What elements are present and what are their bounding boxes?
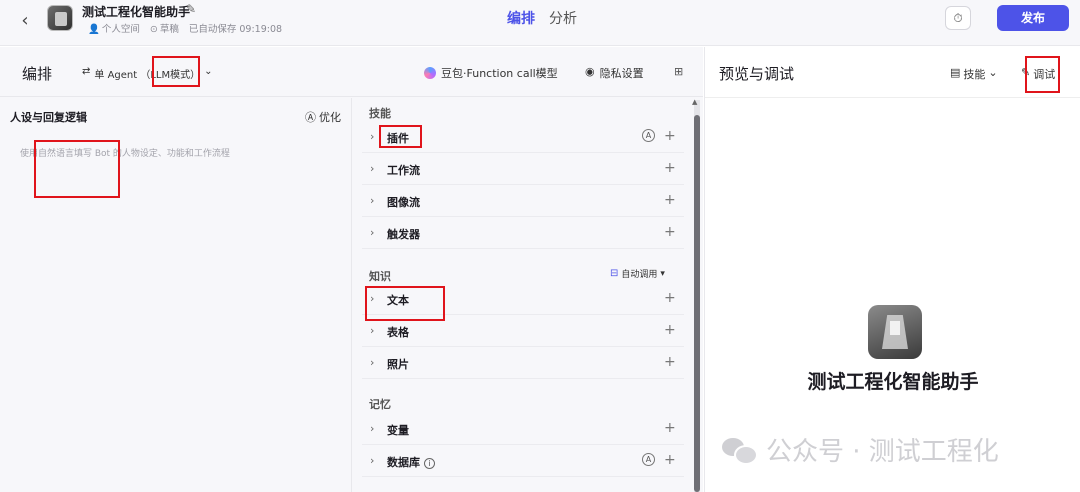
section-memory: 记忆 [369,398,391,411]
watermark: 公众号 · 测试工程化 [722,431,999,468]
model-logo-icon [424,67,436,79]
tab-arrange[interactable]: 编排 [507,8,535,28]
row-label: 触发器 [387,228,420,241]
watermark-text: 公众号 · 测试工程化 [766,437,999,467]
add-icon[interactable]: + [664,322,676,338]
highlight-box-plugin [379,125,422,148]
auto-icon[interactable]: A [642,129,655,142]
scrollbar-thumb[interactable] [694,115,700,492]
bot-name: 测试工程化智能助手 [82,5,191,19]
skill-row-trigger[interactable]: › 触发器 + [362,218,684,249]
row-label: 变量 [387,424,409,437]
agent-icon: ⇄ [82,66,91,77]
add-icon[interactable]: + [664,128,676,144]
layout-grid-icon[interactable]: ⊞ [674,65,683,78]
chevron-right-icon: › [370,422,375,435]
optimize-icon: Ⓐ [305,111,316,124]
skill-icon: ▤ [950,66,961,79]
auto-call-icon: ⊟ [610,268,619,279]
publish-button[interactable]: 发布 [997,5,1069,31]
add-icon[interactable]: + [664,160,676,176]
back-arrow-icon[interactable]: ‹ [14,10,36,32]
info-icon[interactable]: i [424,458,435,469]
add-icon[interactable]: + [664,224,676,240]
autosave-text: 已自动保存 09:19:08 [188,24,283,35]
memory-row-variable[interactable]: › 变量 + [362,414,684,445]
highlight-box-text [365,286,445,321]
arrange-toolbar: 编排 ⇄ 单 Agent （LLM模式） ⌄ 豆包·Function call模… [0,47,703,97]
preview-panel: 预览与调试 ▤ 技能 ⌄ ✎ 调试 测试工程化智能助手 [704,47,1080,492]
auto-icon[interactable]: A [642,453,655,466]
chevron-right-icon: › [370,162,375,175]
chevron-right-icon: › [370,194,375,207]
bot-avatar-large [868,305,922,359]
skill-dropdown-label: 技能 [963,68,986,81]
bot-avatar-small [47,5,73,31]
skill-dropdown[interactable]: ▤ 技能 ⌄ [950,66,998,82]
auto-call-dropdown[interactable]: ⊟ 自动调用 ▾ [610,267,665,280]
skill-row-workflow[interactable]: › 工作流 + [362,154,684,185]
tab-analysis[interactable]: 分析 [549,8,577,28]
row-label: 数据库 i [387,454,435,470]
section-knowledge: 知识 [369,270,391,283]
row-label: 图像流 [387,196,420,209]
chevron-right-icon: › [370,226,375,239]
top-tabs: 编排 分析 [507,8,577,28]
section-skill: 技能 [369,107,391,120]
model-label: 豆包·Function call模型 [441,67,558,80]
arrange-panel: 编排 ⇄ 单 Agent （LLM模式） ⌄ 豆包·Function call模… [0,47,703,492]
bot-meta: 👤 个人空间 ⊙ 草稿 已自动保存 09:19:08 [88,21,282,35]
optimize-label: 优化 [319,111,341,124]
caret-down-icon: ▾ [660,268,665,279]
preview-bot-name: 测试工程化智能助手 [807,371,979,393]
memory-row-database[interactable]: › 数据库 i A + [362,446,684,477]
draft-text: 草稿 [159,24,179,35]
draft-icon: ⊙ [149,24,158,35]
chevron-right-icon: › [370,356,375,369]
space-label: 👤 个人空间 [88,21,140,35]
divider [705,97,1080,98]
row-label: 照片 [387,358,409,371]
person-icon: 👤 [88,24,100,35]
chevron-right-icon: › [370,324,375,337]
optimize-button[interactable]: Ⓐ 优化 [305,109,341,125]
knowledge-row-photo[interactable]: › 照片 + [362,348,684,379]
scroll-up-icon[interactable]: ▲ [692,98,697,106]
wechat-icon [722,436,758,465]
preview-title: 预览与调试 [719,65,795,83]
arrange-title: 编排 [22,65,53,83]
highlight-box-debug [1025,56,1060,93]
chevron-down-icon: ⌄ [988,66,998,79]
eye-icon: ◉ [585,65,595,78]
database-label: 数据库 [387,456,420,469]
avatar-door-shape [890,321,900,335]
history-icon[interactable]: ⏱ [945,6,971,30]
add-icon[interactable]: + [664,290,676,306]
row-label: 工作流 [387,164,420,177]
draft-label: ⊙ 草稿 [150,21,179,35]
edit-icon[interactable]: ✎ [186,2,196,16]
skill-row-imageflow[interactable]: › 图像流 + [362,186,684,217]
persona-title: 人设与回复逻辑 [10,111,87,124]
highlight-box-persona [34,140,120,198]
add-icon[interactable]: + [664,354,676,370]
chevron-right-icon: › [370,454,375,467]
highlight-box-agent-mode [152,56,200,87]
privacy-label: 隐私设置 [599,67,644,80]
chevron-right-icon: › [370,130,375,143]
row-label: 表格 [387,326,409,339]
space-text: 个人空间 [101,24,140,35]
add-icon[interactable]: + [664,192,676,208]
model-selector[interactable]: 豆包·Function call模型 [424,65,558,81]
add-icon[interactable]: + [664,452,676,468]
chevron-down-icon: ⌄ [204,66,213,77]
privacy-settings-button[interactable]: ◉ 隐私设置 [585,65,644,81]
top-bar: ‹ 测试工程化智能助手 ✎ 👤 个人空间 ⊙ 草稿 已自动保存 09:19:08 编… [0,0,1080,46]
add-icon[interactable]: + [664,420,676,436]
auto-call-label: 自动调用 [621,270,658,280]
